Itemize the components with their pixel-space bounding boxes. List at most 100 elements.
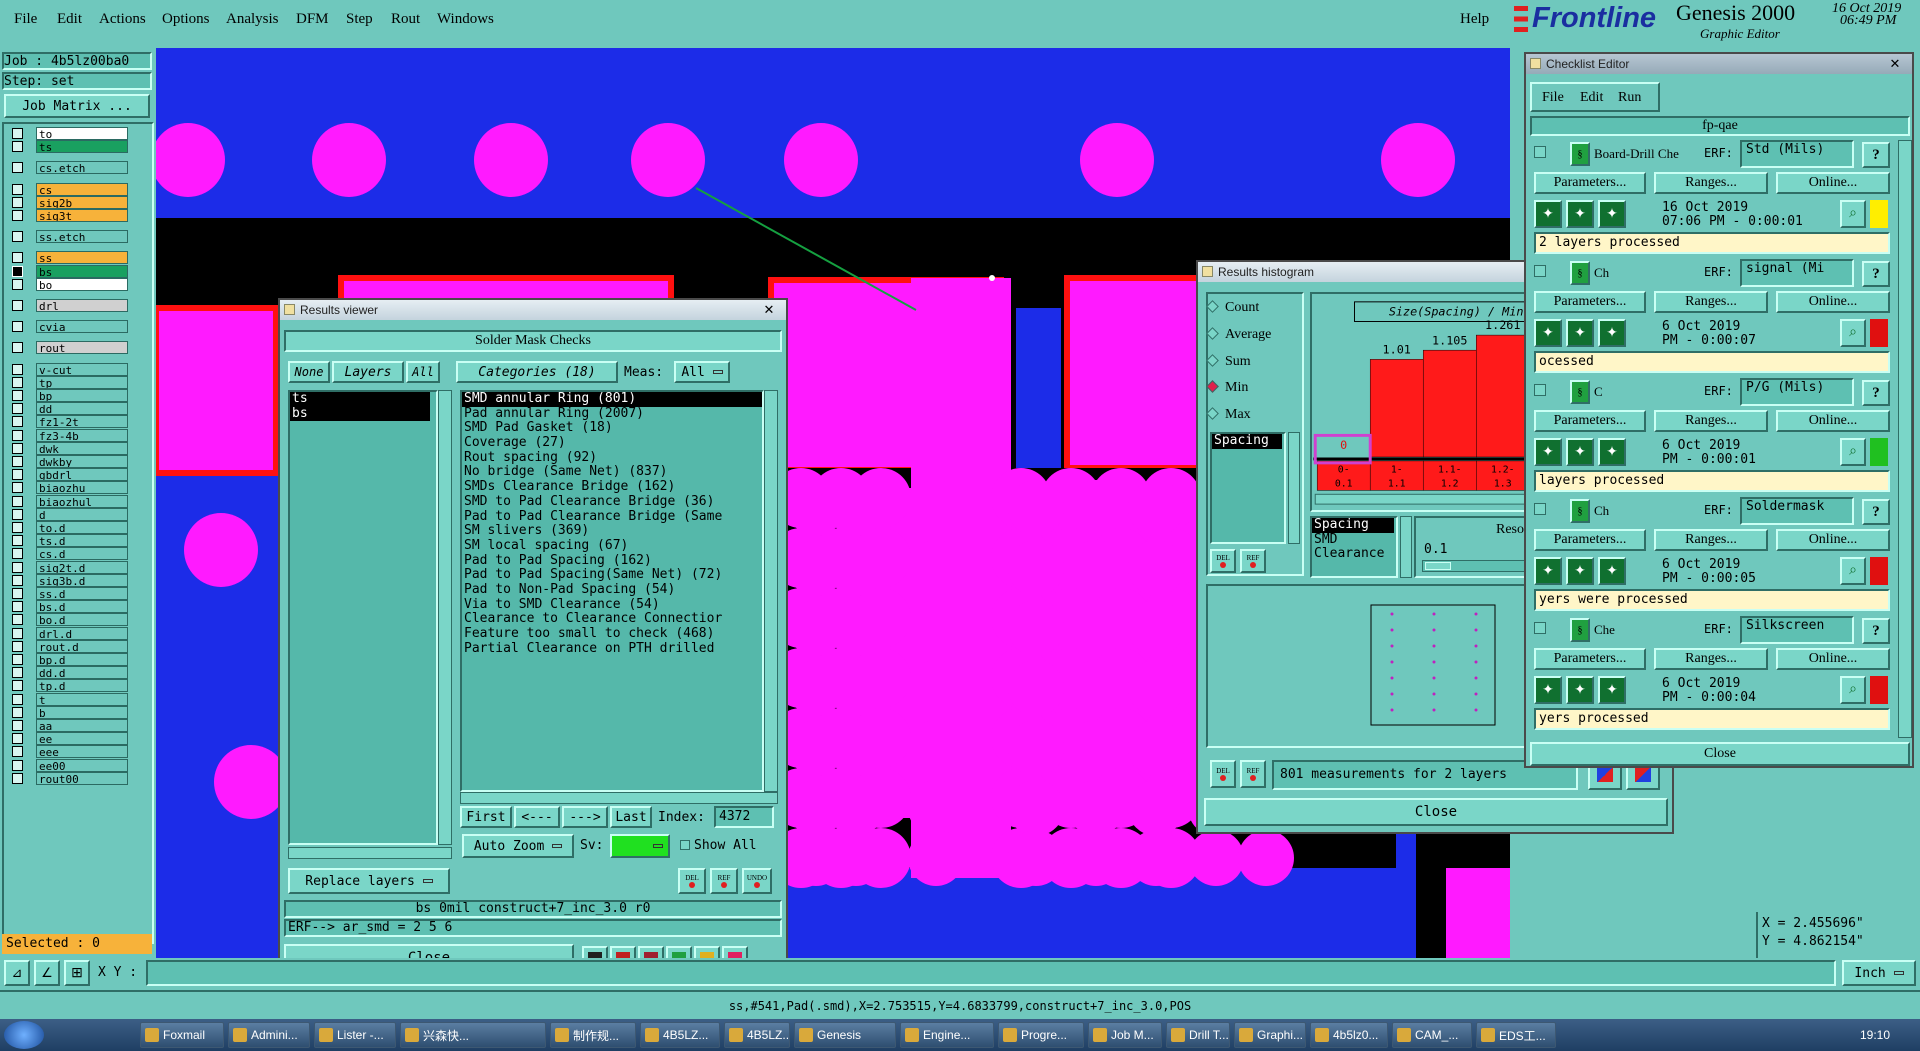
online-button[interactable]: Online... [1776, 410, 1890, 432]
layer-checkbox[interactable] [12, 128, 23, 139]
ranges-button[interactable]: Ranges... [1654, 410, 1768, 432]
zoom-icon[interactable]: ⌕ [1840, 200, 1866, 228]
menu-options[interactable]: Options [162, 11, 210, 28]
online-button[interactable]: Online... [1776, 648, 1890, 670]
layer-name[interactable]: rout.d [36, 639, 128, 653]
category-item[interactable]: SMDs Clearance Bridge (162) [462, 479, 762, 495]
layer-row-bs.d[interactable]: bs.d [8, 600, 128, 614]
type-clearance[interactable]: Clearance [1312, 547, 1396, 562]
layer-row-sig3b.d[interactable]: sig3b.d [8, 573, 128, 587]
action-icon[interactable]: § [1570, 142, 1590, 166]
row-checkbox[interactable] [1534, 384, 1546, 396]
meas-dropdown[interactable]: All [674, 361, 730, 383]
layer-checkbox[interactable] [12, 561, 23, 573]
histogram-bar[interactable] [1369, 359, 1424, 458]
erf-value[interactable]: Silkscreen [1740, 616, 1854, 644]
run-icon[interactable]: ✦ [1566, 676, 1594, 704]
taskbar-item[interactable]: 4b5lz0... [1310, 1022, 1388, 1048]
layer-row-sig2b[interactable]: sig2b [8, 195, 128, 209]
checklist-close-icon[interactable]: ✕ [1884, 56, 1906, 72]
layer-row-fz3-4b[interactable]: fz3-4b [8, 428, 128, 442]
tool-measure-icon[interactable]: ∠ [34, 960, 60, 986]
parameters-button[interactable]: Parameters... [1534, 529, 1646, 551]
layer-checkbox[interactable] [12, 456, 23, 467]
hist-del2-button[interactable]: DEL [1210, 760, 1236, 788]
layer-row-d[interactable]: d [8, 507, 128, 521]
layer-row-eee[interactable]: eee [8, 745, 128, 759]
results-viewer-close-icon[interactable]: ✕ [758, 302, 780, 318]
layer-name[interactable]: aa [36, 719, 128, 732]
run-icon[interactable]: ✦ [1598, 319, 1626, 347]
checklist-close-button[interactable]: Close [1530, 742, 1910, 766]
next-button[interactable]: ---> [562, 806, 608, 828]
category-item[interactable]: No bridge (Same Net) (837) [462, 465, 762, 480]
taskbar-item[interactable]: Job M... [1088, 1022, 1162, 1048]
layer-row-ss[interactable]: ss [8, 251, 128, 265]
option-sum[interactable]: Sum [1206, 354, 1251, 370]
layer-checkbox[interactable] [12, 403, 23, 415]
layer-name[interactable]: sig2t.d [36, 560, 128, 574]
layer-name[interactable]: rout00 [36, 771, 128, 785]
layer-row-cs.etch[interactable]: cs.etch [8, 161, 128, 175]
category-list[interactable]: SMD annular Ring (801) Pad annular Ring (… [460, 390, 764, 792]
tool-select-icon[interactable]: ⊿ [4, 960, 30, 986]
category-list-scrollbar[interactable] [764, 390, 778, 792]
layer-name[interactable]: ee [36, 732, 128, 746]
unit-dropdown[interactable]: Inch [1842, 960, 1916, 986]
layer-checkbox[interactable] [12, 654, 23, 665]
layer-list-hscroll[interactable] [288, 847, 452, 859]
category-item[interactable]: Clearance to Clearance Connectior [462, 612, 762, 627]
help-icon[interactable]: ? [1862, 499, 1890, 525]
taskbar-item[interactable]: 兴森快... [400, 1022, 546, 1048]
option-max[interactable]: Max [1206, 407, 1251, 423]
parameters-button[interactable]: Parameters... [1534, 172, 1646, 194]
layer-row-ee00[interactable]: ee00 [8, 758, 128, 772]
layer-name[interactable]: bs [36, 264, 128, 278]
categories-button[interactable]: Categories (18) [456, 361, 618, 383]
menu-dfm[interactable]: DFM [296, 11, 329, 28]
run-icon[interactable]: ✦ [1534, 676, 1562, 704]
layer-row-dd.d[interactable]: dd.d [8, 666, 128, 680]
del-button[interactable]: DEL [678, 868, 706, 894]
checklist-menu-run[interactable]: Run [1618, 90, 1641, 106]
hist-del-button[interactable]: DEL [1210, 549, 1236, 573]
layer-name[interactable]: t [36, 692, 128, 706]
layer-name[interactable]: v-cut [36, 362, 128, 376]
layer-name[interactable]: ss.etch [36, 230, 128, 244]
layer-row-t[interactable]: t [8, 692, 128, 706]
layer-name[interactable]: rout [36, 341, 128, 355]
ranges-button[interactable]: Ranges... [1654, 648, 1768, 670]
zoom-icon[interactable]: ⌕ [1840, 319, 1866, 347]
run-icon[interactable]: ✦ [1598, 438, 1626, 466]
type-spacing[interactable]: Spacing [1312, 518, 1394, 533]
histogram-bar[interactable] [1422, 349, 1477, 458]
run-icon[interactable]: ✦ [1566, 557, 1594, 585]
category-item[interactable]: Feature too small to check (468) [462, 626, 762, 642]
layer-name[interactable]: dd [36, 402, 128, 416]
layer-row-biaozhu[interactable]: biaozhu [8, 481, 128, 495]
category-item[interactable]: Via to SMD Clearance (54) [462, 597, 762, 613]
replace-layers-dropdown[interactable]: Replace layers [288, 868, 450, 894]
hist-ref2-button[interactable]: REF [1240, 760, 1266, 788]
layer-checkbox[interactable] [12, 720, 23, 731]
online-button[interactable]: Online... [1776, 529, 1890, 551]
taskbar-item[interactable]: Lister -... [314, 1022, 396, 1048]
action-icon[interactable]: § [1570, 618, 1590, 642]
zoom-icon[interactable]: ⌕ [1840, 676, 1866, 704]
layer-row-drl.d[interactable]: drl.d [8, 626, 128, 640]
menu-actions[interactable]: Actions [99, 11, 146, 28]
layer-checkbox[interactable] [12, 390, 23, 401]
layer-checkbox[interactable] [12, 772, 23, 784]
layer-checkbox[interactable] [12, 640, 23, 652]
run-icon[interactable]: ✦ [1534, 557, 1562, 585]
layer-checkbox[interactable] [12, 495, 23, 507]
menu-step[interactable]: Step [346, 11, 373, 28]
layer-checkbox[interactable] [12, 376, 23, 388]
menu-analysis[interactable]: Analysis [226, 11, 279, 28]
hist-close-button[interactable]: Close [1204, 798, 1668, 826]
taskbar-item[interactable]: Engine... [900, 1022, 994, 1048]
layer-row-dd[interactable]: dd [8, 402, 128, 416]
help-icon[interactable]: ? [1862, 261, 1890, 287]
layer-row-sig3t[interactable]: sig3t [8, 209, 128, 222]
layer-checkbox[interactable] [12, 300, 23, 311]
